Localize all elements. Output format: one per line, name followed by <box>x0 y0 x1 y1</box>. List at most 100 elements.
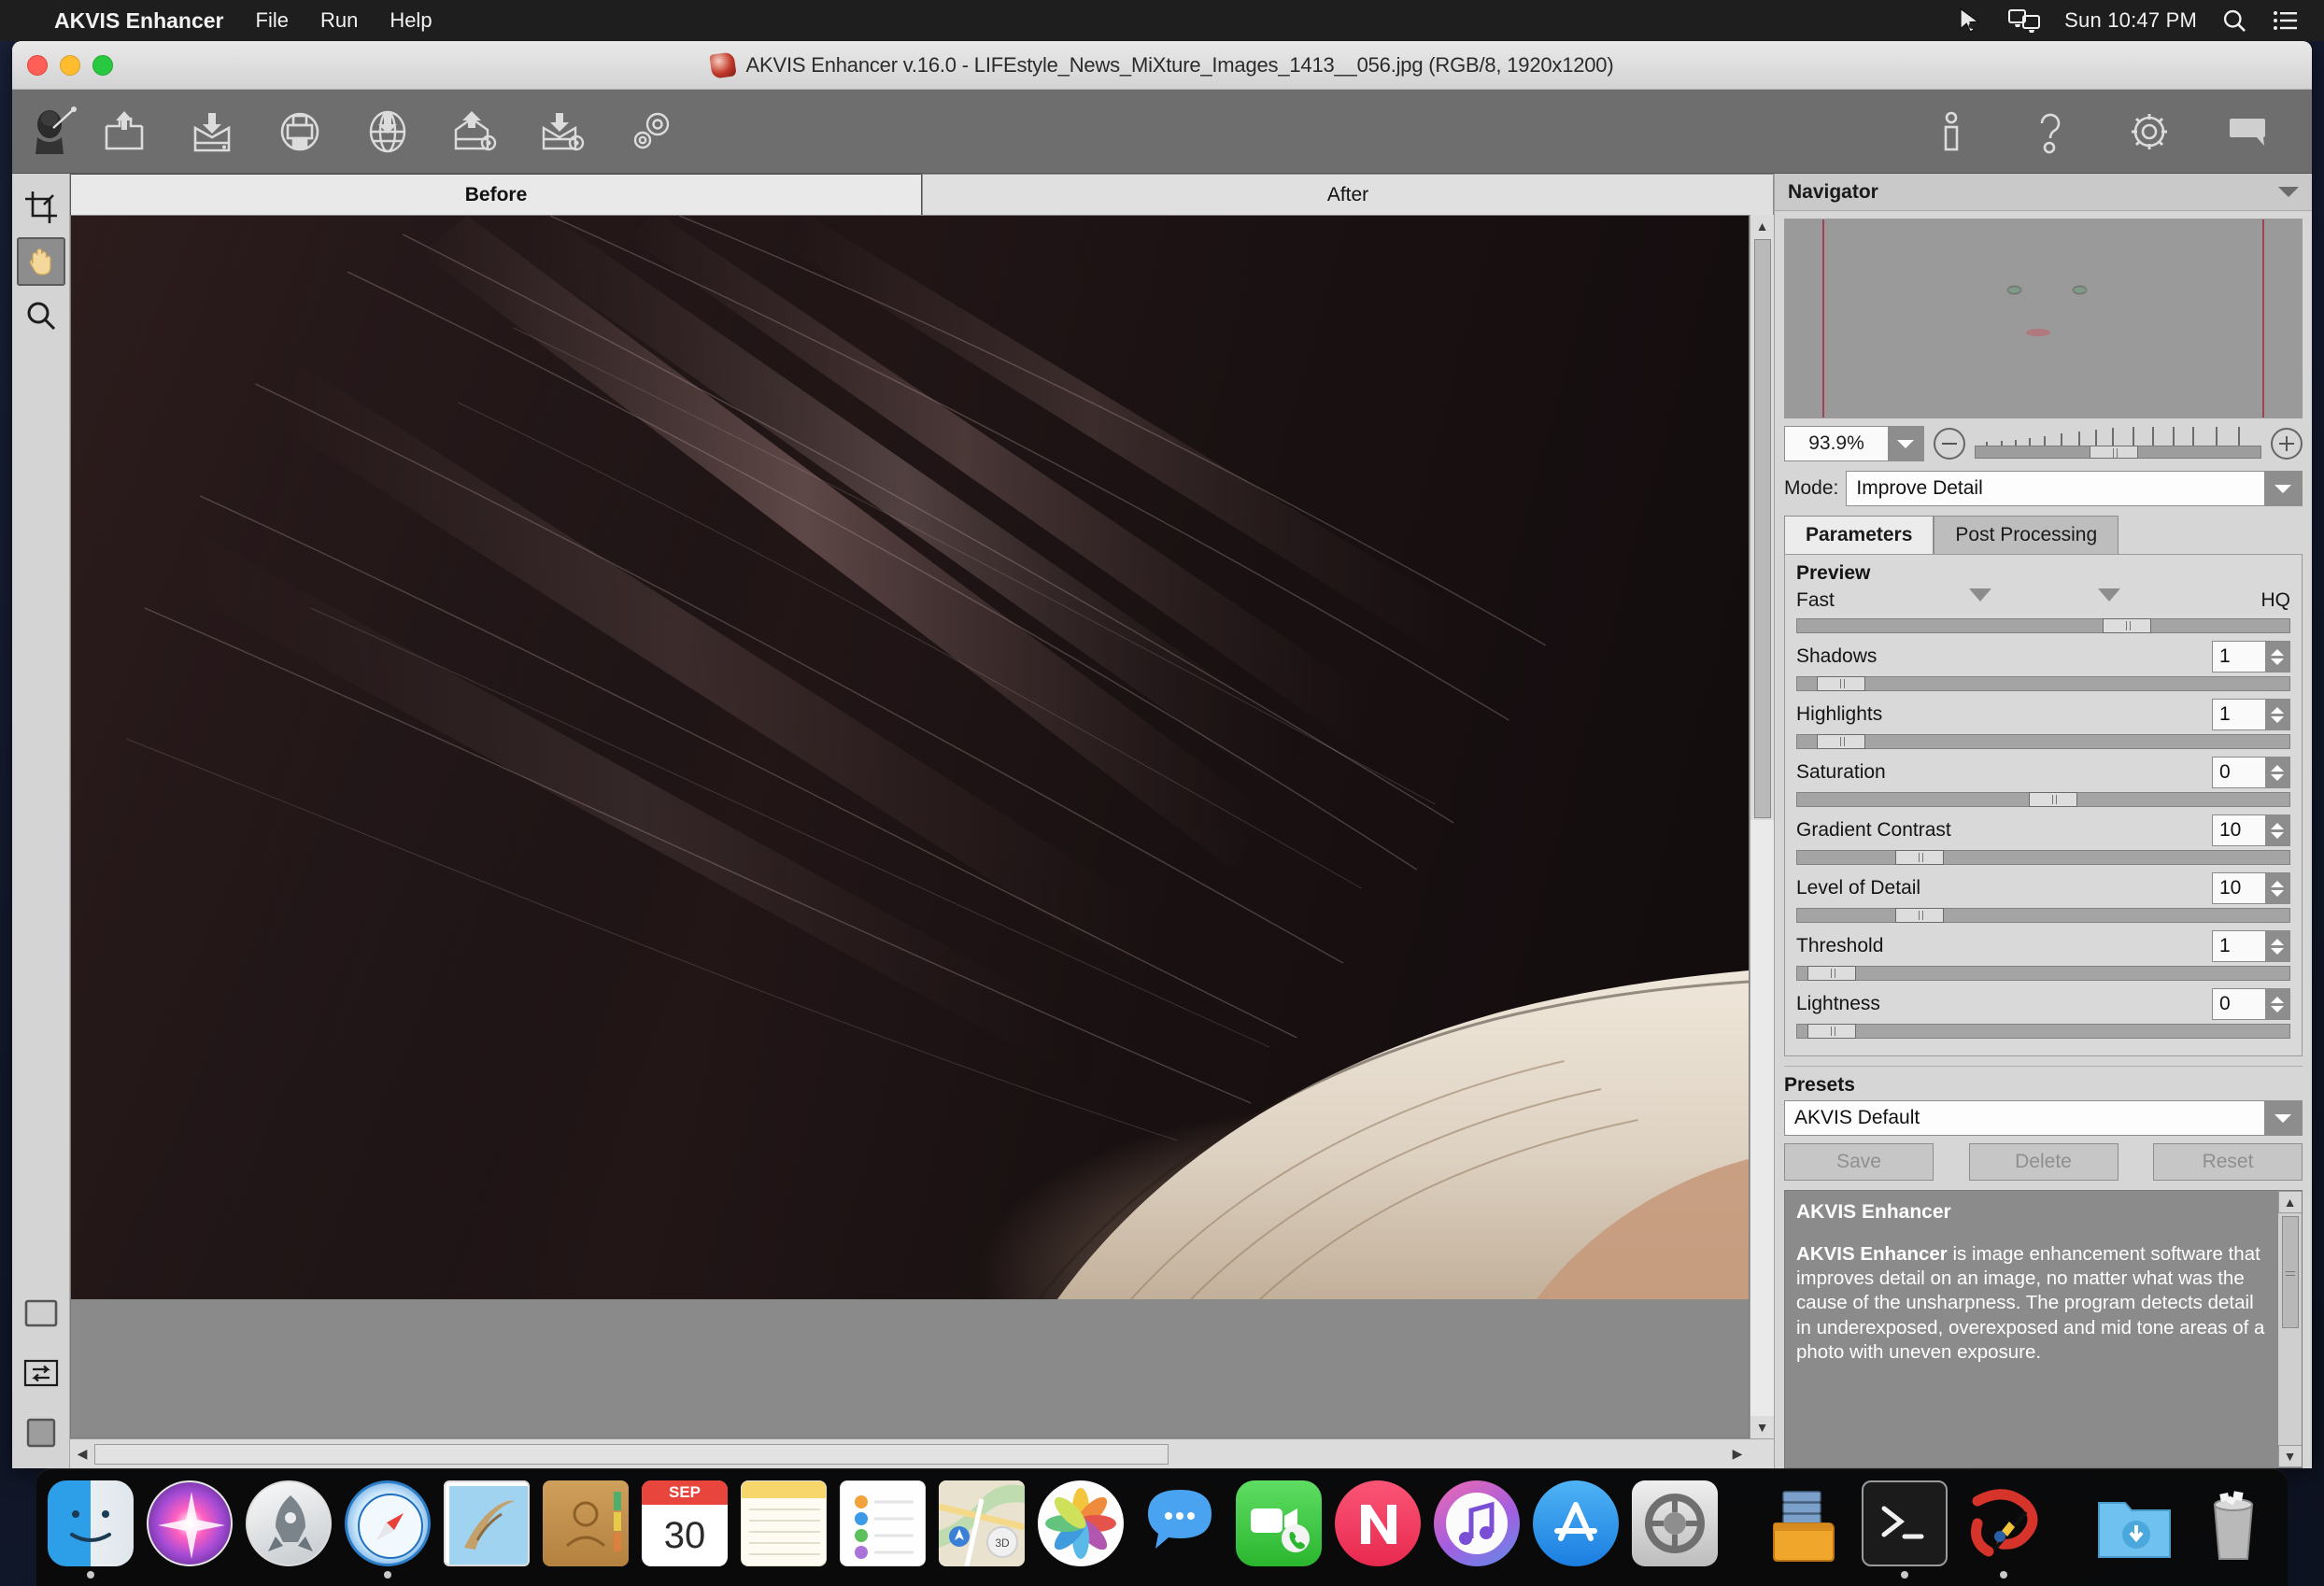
param-value-lightness[interactable]: 0 <box>2213 989 2265 1019</box>
spinner-arrows-level-of-detail[interactable] <box>2265 873 2289 903</box>
presets-select-value[interactable]: AKVIS Default <box>1785 1101 2264 1135</box>
spinner-arrows-lightness[interactable] <box>2265 989 2289 1019</box>
param-spinner-lightness[interactable]: 0 <box>2212 988 2290 1020</box>
dock-item-mail[interactable] <box>444 1474 530 1579</box>
save-preset-button[interactable]: Save <box>1784 1143 1934 1181</box>
spotlight-search-icon[interactable] <box>2221 7 2247 34</box>
load-preset-icon[interactable] <box>449 106 502 158</box>
param-slider-threshold[interactable] <box>1796 966 2290 981</box>
zoom-out-icon[interactable] <box>1934 428 1965 460</box>
vertical-scroll-track[interactable] <box>1750 820 1774 1416</box>
presets-dropdown-icon[interactable] <box>2264 1101 2302 1135</box>
menu-item-file[interactable]: File <box>240 8 305 33</box>
dock-item-messages[interactable] <box>1137 1474 1223 1579</box>
chevron-down-icon[interactable] <box>2278 187 2299 197</box>
scroll-right-arrow-icon[interactable]: ▶ <box>1725 1443 1750 1466</box>
help-scroll-thumb[interactable] <box>2281 1216 2299 1328</box>
save-image-icon[interactable] <box>186 106 238 158</box>
dock-item-calendar[interactable]: SEP 30 <box>642 1474 728 1579</box>
cursor-pointer-icon[interactable] <box>1956 7 1984 35</box>
reset-preset-button[interactable]: Reset <box>2153 1143 2303 1181</box>
split-view-tool[interactable] <box>17 1349 65 1397</box>
print-image-icon[interactable] <box>274 106 326 158</box>
dock-item-app-store[interactable] <box>1533 1474 1619 1579</box>
control-center-icon[interactable] <box>2272 8 2300 33</box>
preferences-gears-icon[interactable] <box>625 106 677 158</box>
param-spinner-highlights[interactable]: 1 <box>2212 699 2290 730</box>
spinner-arrows-threshold[interactable] <box>2265 931 2289 961</box>
param-value-shadows[interactable]: 1 <box>2213 642 2265 672</box>
zoom-tool[interactable] <box>17 291 65 340</box>
param-spinner-gradient-contrast[interactable]: 10 <box>2212 814 2290 846</box>
param-slider-gradient-contrast[interactable] <box>1796 850 2290 865</box>
param-slider-thumb-level-of-detail[interactable] <box>1895 908 1945 923</box>
dock-item-launchpad[interactable] <box>246 1474 332 1579</box>
param-slider-highlights[interactable] <box>1796 734 2290 749</box>
preview-slider-thumb[interactable] <box>2102 618 2151 633</box>
zoom-level-dropdown-icon[interactable] <box>1888 427 1923 460</box>
dock-item-safari[interactable] <box>345 1474 431 1579</box>
presets-select[interactable]: AKVIS Default <box>1784 1100 2303 1136</box>
dock-item-archive-utility[interactable] <box>1763 1474 1849 1579</box>
menu-item-help[interactable]: Help <box>374 8 447 33</box>
crop-tool[interactable] <box>17 183 65 232</box>
display-mirroring-icon[interactable] <box>2008 8 2041 33</box>
dock-item-notes[interactable] <box>741 1474 827 1579</box>
param-slider-thumb-gradient-contrast[interactable] <box>1895 850 1945 865</box>
param-slider-thumb-threshold[interactable] <box>1807 966 1856 981</box>
vertical-scroll-thumb[interactable] <box>1753 239 1771 818</box>
spinner-arrows-gradient-contrast[interactable] <box>2265 815 2289 845</box>
param-value-threshold[interactable]: 1 <box>2213 931 2265 961</box>
dock-item-system-preferences[interactable] <box>1632 1474 1718 1579</box>
spinner-arrows-saturation[interactable] <box>2265 758 2289 787</box>
param-spinner-saturation[interactable]: 0 <box>2212 757 2290 788</box>
spinner-arrows-highlights[interactable] <box>2265 700 2289 729</box>
dock-item-itunes[interactable] <box>1434 1474 1520 1579</box>
help-scroll-down-icon[interactable]: ▼ <box>2277 1445 2302 1467</box>
tab-after[interactable]: After <box>922 174 1774 215</box>
help-scroll-up-icon[interactable]: ▲ <box>2277 1191 2302 1213</box>
menu-item-run[interactable]: Run <box>305 8 374 33</box>
mode-select-value[interactable]: Improve Detail <box>1847 472 2264 505</box>
navigator-preview[interactable] <box>1784 219 2303 418</box>
open-image-icon[interactable] <box>98 106 150 158</box>
fit-view-tool[interactable] <box>17 1409 65 1457</box>
info-icon[interactable] <box>1925 106 1977 158</box>
param-value-highlights[interactable]: 1 <box>2213 700 2265 729</box>
settings-gear-icon[interactable] <box>2123 106 2175 158</box>
param-value-saturation[interactable]: 0 <box>2213 758 2265 787</box>
dock-item-terminal[interactable] <box>1862 1474 1948 1579</box>
param-spinner-level-of-detail[interactable]: 10 <box>2212 872 2290 904</box>
param-spinner-shadows[interactable]: 1 <box>2212 641 2290 673</box>
horizontal-scroll-thumb[interactable] <box>94 1443 1169 1465</box>
zoom-in-icon[interactable] <box>2271 428 2303 460</box>
mode-dropdown-icon[interactable] <box>2264 472 2302 505</box>
param-spinner-threshold[interactable]: 1 <box>2212 930 2290 962</box>
dock-item-reminders[interactable] <box>840 1474 926 1579</box>
hand-tool[interactable] <box>16 237 65 286</box>
zoom-level-value[interactable]: 93.9% <box>1785 427 1888 460</box>
param-slider-thumb-lightness[interactable] <box>1807 1024 1856 1039</box>
single-view-tool[interactable] <box>17 1289 65 1338</box>
param-slider-thumb-highlights[interactable] <box>1817 734 1866 749</box>
param-slider-thumb-saturation[interactable] <box>2028 792 2077 807</box>
tab-parameters[interactable]: Parameters <box>1784 516 1934 554</box>
menu-bar-clock[interactable]: Sun 10:47 PM <box>2064 8 2197 33</box>
scroll-down-arrow-icon[interactable]: ▼ <box>1750 1416 1775 1438</box>
window-title-bar[interactable]: AKVIS Enhancer v.16.0 - LIFEstyle_News_M… <box>12 41 2312 90</box>
dock-item-siri[interactable] <box>147 1474 233 1579</box>
horizontal-scroll-track[interactable]: ◀ ▶ <box>70 1439 1750 1468</box>
canvas-horizontal-scrollbar[interactable]: ◀ ▶ <box>70 1438 1774 1468</box>
image-canvas[interactable] <box>70 215 1750 1438</box>
delete-preset-button[interactable]: Delete <box>1968 1143 2119 1181</box>
param-slider-saturation[interactable] <box>1796 792 2290 807</box>
dock-item-facetime[interactable] <box>1236 1474 1322 1579</box>
param-slider-shadows[interactable] <box>1796 676 2290 691</box>
dock-item-news[interactable] <box>1335 1474 1421 1579</box>
zoom-slider-thumb[interactable] <box>2089 446 2138 459</box>
dock-item-trash[interactable] <box>2190 1474 2276 1579</box>
tab-post-processing[interactable]: Post Processing <box>1934 516 2119 554</box>
help-question-icon[interactable] <box>2024 106 2076 158</box>
mode-select[interactable]: Improve Detail <box>1846 471 2303 506</box>
zoom-slider[interactable] <box>1975 427 2261 460</box>
